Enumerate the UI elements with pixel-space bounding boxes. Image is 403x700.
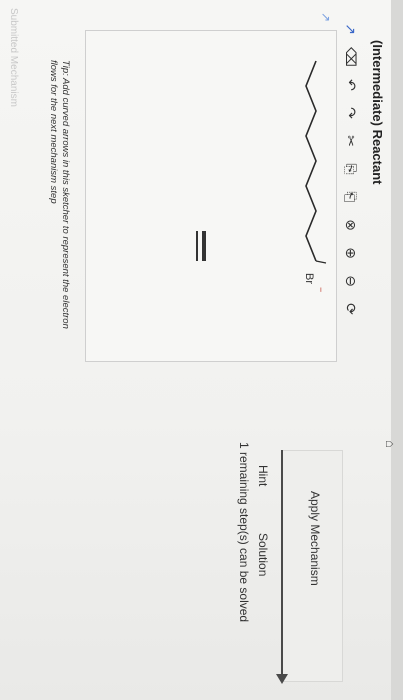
- charge-label: −: [316, 287, 326, 292]
- lasso-icon[interactable]: ↗: [342, 20, 360, 38]
- bromide-label: Br: [303, 273, 315, 284]
- remaining-steps-text: 1 remaining step(s) can be solved: [237, 442, 251, 623]
- cursor-icon: ⌂: [383, 440, 398, 448]
- paste-icon[interactable]: ⎗: [342, 188, 360, 206]
- page-title: (Intermediate) Reactant: [370, 40, 385, 185]
- alkyl-chain: [305, 60, 317, 262]
- apply-mechanism-button[interactable]: Apply Mechanism: [281, 450, 343, 682]
- photo-stage: (Intermediate) Reactant ↗ ⌫ ↶ ↷ ✂ ⎘ ⎗ ⊗ …: [0, 0, 403, 700]
- zoom-out-icon[interactable]: ⊖: [342, 272, 360, 290]
- equilibrium-mark: [202, 231, 206, 261]
- zoom-in-icon[interactable]: ⊕: [342, 244, 360, 262]
- sketcher-canvas[interactable]: Br −: [85, 30, 337, 362]
- copy-icon[interactable]: ⎘: [342, 160, 360, 178]
- hint-link[interactable]: Hint: [256, 465, 270, 486]
- molecule-drawing: Br −: [196, 60, 327, 292]
- equilibrium-mark-2: [196, 231, 198, 261]
- terminal-bond: [315, 260, 327, 264]
- action-panel: ⌂ Apply Mechanism Hint Solution 1 remain…: [0, 370, 403, 700]
- undo-icon[interactable]: ↶: [342, 76, 360, 94]
- apply-mechanism-label: Apply Mechanism: [308, 491, 322, 586]
- scissors-icon[interactable]: ✂: [342, 132, 360, 150]
- sketcher-toolbar: ↗ ⌫ ↶ ↷ ✂ ⎘ ⎗ ⊗ ⊕ ⊖ ⟳: [339, 20, 363, 318]
- solution-link[interactable]: Solution: [256, 533, 270, 576]
- submitted-mechanism-label: Submitted Mechanism: [8, 8, 19, 107]
- eraser-icon[interactable]: ⌫: [342, 47, 360, 67]
- close-circle-icon[interactable]: ⊗: [342, 216, 360, 234]
- refresh-icon[interactable]: ⟳: [342, 300, 360, 318]
- redo-icon[interactable]: ↷: [342, 104, 360, 122]
- tip-text: Tip: Add curved arrows in this sketcher …: [48, 60, 71, 329]
- rotated-page: (Intermediate) Reactant ↗ ⌫ ↶ ↷ ✂ ⎘ ⎗ ⊗ …: [0, 0, 403, 700]
- arrow-head-icon: [276, 674, 288, 684]
- apply-mechanism-arrow-line: [281, 450, 283, 680]
- pointer-icon: ↗: [319, 12, 333, 23]
